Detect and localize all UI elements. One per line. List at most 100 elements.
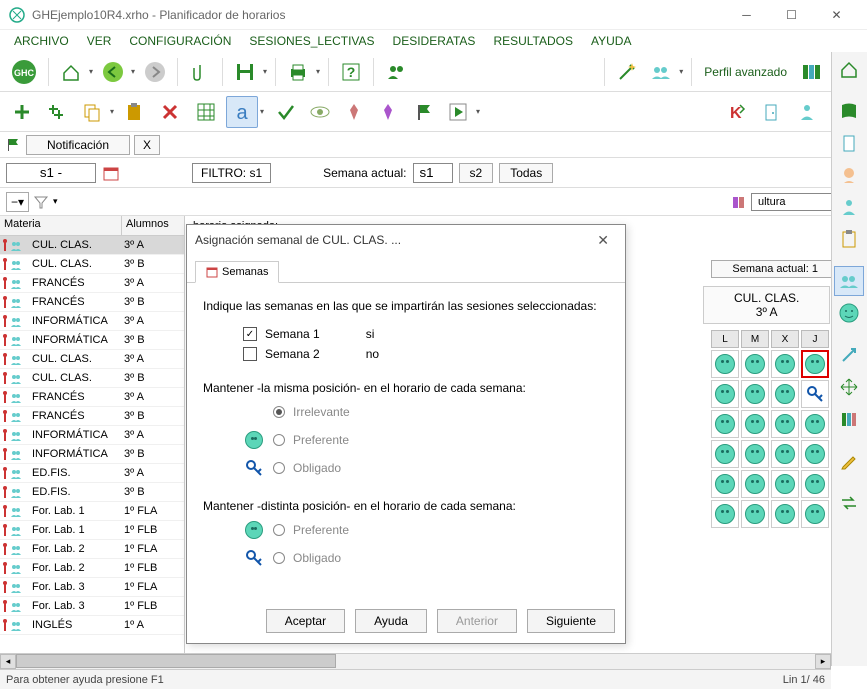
notif-x-button[interactable]: X bbox=[134, 135, 160, 155]
face-cell[interactable] bbox=[711, 410, 739, 438]
s1-input[interactable] bbox=[6, 163, 96, 183]
day-cell[interactable]: X bbox=[771, 330, 799, 348]
notificacion-button[interactable]: Notificación bbox=[26, 135, 130, 155]
menu-sesiones[interactable]: SESIONES_LECTIVAS bbox=[241, 32, 382, 50]
day-cell[interactable]: L bbox=[711, 330, 739, 348]
delete-button[interactable] bbox=[154, 96, 186, 128]
todas-button[interactable]: Todas bbox=[499, 163, 553, 183]
menu-configuracion[interactable]: CONFIGURACIÓN bbox=[121, 32, 239, 50]
table-row[interactable]: FRANCÉS3º B bbox=[0, 407, 184, 426]
copy-button[interactable] bbox=[76, 96, 108, 128]
table-row[interactable]: ED.FIS.3º A bbox=[0, 464, 184, 483]
close-button[interactable]: ✕ bbox=[814, 1, 859, 29]
face-cell[interactable] bbox=[801, 440, 829, 468]
scroll-thumb[interactable] bbox=[16, 654, 336, 668]
face-cell[interactable] bbox=[711, 350, 739, 378]
side-head-icon[interactable] bbox=[834, 160, 864, 190]
home-dropdown[interactable]: ▾ bbox=[87, 67, 95, 76]
dialog-close-button[interactable]: ✕ bbox=[589, 230, 617, 251]
scroll-right[interactable]: ▸ bbox=[815, 654, 831, 669]
play-button[interactable] bbox=[442, 96, 474, 128]
btn-ayuda[interactable]: Ayuda bbox=[355, 609, 427, 633]
table-row[interactable]: FRANCÉS3º B bbox=[0, 293, 184, 312]
table-row[interactable]: For. Lab. 11º FLA bbox=[0, 502, 184, 521]
face-cell[interactable] bbox=[801, 350, 829, 378]
day-cell[interactable]: M bbox=[741, 330, 769, 348]
radio-obligado-2[interactable] bbox=[273, 552, 285, 564]
users-dropdown[interactable]: ▾ bbox=[677, 67, 685, 76]
grid-button[interactable] bbox=[190, 96, 222, 128]
menu-desideratas[interactable]: DESIDERATAS bbox=[385, 32, 484, 50]
s2-button[interactable]: s2 bbox=[459, 163, 494, 183]
menu-resultados[interactable]: RESULTADOS bbox=[485, 32, 581, 50]
menu-ayuda[interactable]: AYUDA bbox=[583, 32, 639, 50]
face-cell[interactable] bbox=[801, 470, 829, 498]
table-row[interactable]: CUL. CLAS.3º B bbox=[0, 369, 184, 388]
side-book-icon[interactable] bbox=[834, 96, 864, 126]
user-group-button[interactable] bbox=[380, 56, 412, 88]
face-cell[interactable] bbox=[801, 380, 829, 408]
add-button[interactable] bbox=[6, 96, 38, 128]
ghc-logo-button[interactable]: GHC bbox=[6, 54, 42, 90]
pin1-button[interactable] bbox=[338, 96, 370, 128]
person1-button[interactable] bbox=[791, 96, 823, 128]
side-exchange-icon[interactable] bbox=[834, 488, 864, 518]
save-dropdown[interactable]: ▾ bbox=[261, 67, 269, 76]
side-face-icon[interactable] bbox=[834, 298, 864, 328]
filter-minus-icon[interactable]: −▾ bbox=[6, 192, 29, 212]
flag-button[interactable] bbox=[408, 96, 440, 128]
h-scrollbar[interactable]: ◂ ▸ bbox=[0, 653, 831, 669]
side-move-icon[interactable] bbox=[834, 372, 864, 402]
print-dropdown[interactable]: ▾ bbox=[314, 67, 322, 76]
funnel-icon[interactable] bbox=[33, 194, 49, 210]
paste-button[interactable] bbox=[118, 96, 150, 128]
face-cell[interactable] bbox=[771, 380, 799, 408]
table-row[interactable]: INFORMÁTICA3º A bbox=[0, 312, 184, 331]
forward-button[interactable] bbox=[139, 56, 171, 88]
books-button[interactable] bbox=[795, 56, 827, 88]
add-multi-button[interactable] bbox=[40, 96, 72, 128]
face-cell[interactable] bbox=[711, 500, 739, 528]
radio-irrelevante[interactable] bbox=[273, 406, 285, 418]
table-body[interactable]: CUL. CLAS.3º ACUL. CLAS.3º BFRANCÉS3º AF… bbox=[0, 236, 184, 656]
eye-button[interactable] bbox=[304, 96, 336, 128]
calendar-icon[interactable] bbox=[102, 164, 120, 182]
table-row[interactable]: For. Lab. 21º FLB bbox=[0, 559, 184, 578]
side-group-icon[interactable] bbox=[834, 266, 864, 296]
table-row[interactable]: FRANCÉS3º A bbox=[0, 274, 184, 293]
face-cell[interactable] bbox=[771, 350, 799, 378]
face-cell[interactable] bbox=[711, 470, 739, 498]
week1-checkbox[interactable] bbox=[243, 327, 257, 341]
side-person-icon[interactable] bbox=[834, 192, 864, 222]
users-icon-button[interactable] bbox=[645, 56, 677, 88]
scroll-left[interactable]: ◂ bbox=[0, 654, 16, 669]
semana-input[interactable] bbox=[413, 163, 453, 183]
minimize-button[interactable]: ─ bbox=[724, 1, 769, 29]
play-dropdown[interactable]: ▾ bbox=[474, 107, 482, 116]
maximize-button[interactable]: ☐ bbox=[769, 1, 814, 29]
radio-preferente-1[interactable] bbox=[273, 434, 285, 446]
text-mode-button[interactable]: a bbox=[226, 96, 258, 128]
radio-obligado-1[interactable] bbox=[273, 462, 285, 474]
print-button[interactable] bbox=[282, 56, 314, 88]
save-button[interactable] bbox=[229, 56, 261, 88]
table-row[interactable]: INGLÉS1º A bbox=[0, 616, 184, 635]
face-cell[interactable] bbox=[741, 350, 769, 378]
table-row[interactable]: CUL. CLAS.3º A bbox=[0, 236, 184, 255]
face-cell[interactable] bbox=[711, 380, 739, 408]
table-row[interactable]: For. Lab. 31º FLB bbox=[0, 597, 184, 616]
face-cell[interactable] bbox=[741, 440, 769, 468]
face-cell[interactable] bbox=[771, 440, 799, 468]
side-books2-icon[interactable] bbox=[834, 404, 864, 434]
back-dropdown[interactable]: ▾ bbox=[129, 67, 137, 76]
table-row[interactable]: For. Lab. 21º FLA bbox=[0, 540, 184, 559]
btn-aceptar[interactable]: Aceptar bbox=[266, 609, 345, 633]
menu-ver[interactable]: VER bbox=[79, 32, 120, 50]
side-door-icon[interactable] bbox=[834, 128, 864, 158]
face-cell[interactable] bbox=[711, 440, 739, 468]
face-cell[interactable] bbox=[771, 500, 799, 528]
side-home-icon[interactable] bbox=[834, 54, 864, 84]
red-k-button[interactable]: K bbox=[719, 96, 751, 128]
help-button[interactable]: ? bbox=[335, 56, 367, 88]
table-row[interactable]: For. Lab. 11º FLB bbox=[0, 521, 184, 540]
